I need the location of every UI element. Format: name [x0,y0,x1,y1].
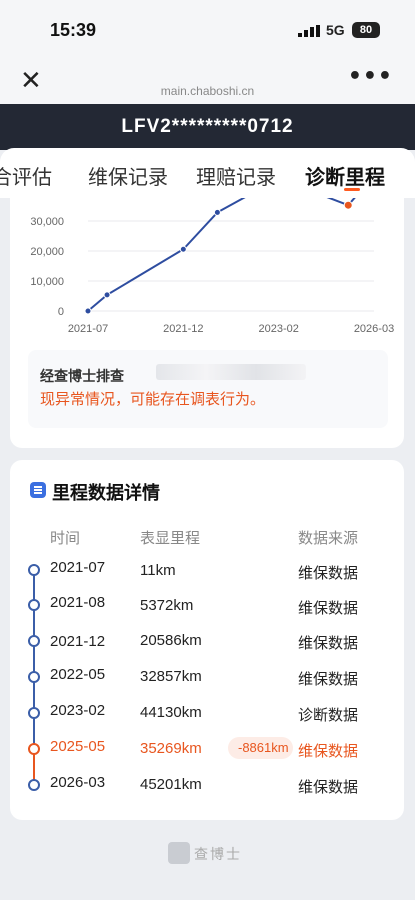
tab-claim-records[interactable]: 理赔记录 [196,161,276,190]
row-date: 2022-05 [50,666,106,683]
row-mileage: 11km [140,562,176,579]
header-time: 时间 [50,529,81,547]
active-tab-indicator [344,188,360,191]
battery-icon: 80 [352,22,380,38]
tab-diagnostic-mileage[interactable]: 诊断里程 [305,161,385,190]
timeline-dot [28,779,40,791]
row-date-anomaly: 2025-05 [50,738,106,755]
footer-brand: 查博士 [194,847,242,863]
mileage-chart-card: 30,000 20,000 10,000 0 2021-07 2021-12 2023-02… [10,198,404,448]
row-source: 维保数据 [298,564,359,582]
y-tick-label: 20,000 [30,246,64,258]
series-line-segment [106,248,184,296]
row-source: 维保数据 [298,778,359,796]
list-icon [30,482,46,498]
row-mileage: 20586km [140,632,202,649]
vin-number: LFV2*********0712 [121,116,294,137]
cellular-signal-icon [298,25,320,37]
x-tick-label: 2023-02 [258,323,298,335]
y-tick-label: 30,000 [30,216,64,228]
vin-header: LFV2*********0712 [0,104,415,150]
series-line-segment [216,198,246,214]
row-date: 2023-02 [50,702,106,719]
timeline-dot [28,707,40,719]
status-time: 15:39 [50,20,97,40]
row-date: 2021-08 [50,594,106,611]
row-source: 诊断数据 [298,706,359,724]
row-date: 2021-07 [50,559,106,576]
y-tick-label: 0 [58,306,64,318]
details-title: 里程数据详情 [52,483,160,504]
row-mileage: 45201km [140,776,202,793]
row-mileage: 32857km [140,668,202,685]
header-mileage: 表显里程 [140,529,201,547]
browser-bar: ✕ main.chaboshi.cn ••• [0,58,415,104]
tab-maintenance-records[interactable]: 维保记录 [88,161,168,190]
more-options-icon[interactable]: ••• [348,64,393,89]
x-tick-label: 2021-12 [163,323,203,335]
y-tick-label: 10,000 [30,276,64,288]
data-point [84,307,92,315]
data-point [103,291,111,299]
row-source-anomaly: 维保数据 [298,742,359,760]
row-date: 2021-12 [50,633,106,650]
timeline-dot [28,635,40,647]
anomaly-notice: 经查博士排查 现异常情况，可能存在调表行为。 [28,350,388,428]
timeline-dot [28,564,40,576]
data-point-anomaly [343,200,353,210]
header-source: 数据来源 [298,529,359,547]
network-type: 5G [326,22,345,38]
mileage-line-chart: 30,000 20,000 10,000 0 2021-07 2021-12 2023-02… [30,198,394,335]
series-line-segment [326,198,349,207]
timeline-dot [28,671,40,683]
data-point [179,245,187,253]
mileage-diff-badge: -8861km [228,737,293,759]
mileage-details-card: 里程数据详情 时间 表显里程 数据来源 2021-07 11km 维保数据 20… [10,460,404,820]
row-mileage-anomaly: 35269km [140,740,202,757]
data-point [213,208,221,216]
chaboshi-logo-icon [168,842,190,864]
x-tick-label: 2021-07 [68,323,108,335]
x-tick-label: 2026-03 [354,323,394,335]
notice-title: 经查博士排查 [40,369,124,385]
tab-overall-assessment[interactable]: 合评估 [0,161,52,190]
row-date: 2026-03 [50,774,106,791]
row-mileage: 5372km [140,597,194,614]
report-tabs: 合评估 维保记录 理赔记录 诊断里程 [0,148,415,198]
row-source: 维保数据 [298,670,359,688]
status-bar: 15:39 5G 80 [0,0,415,58]
series-line-segment [182,211,219,250]
row-source: 维保数据 [298,634,359,652]
series-line-segment [87,294,108,312]
timeline-dot [28,599,40,611]
notice-text: 现异常情况，可能存在调表行为。 [40,390,266,408]
row-source: 维保数据 [298,599,359,617]
timeline-dot-anomaly [28,743,40,755]
row-mileage: 44130km [140,704,202,721]
blurred-text [156,364,306,380]
